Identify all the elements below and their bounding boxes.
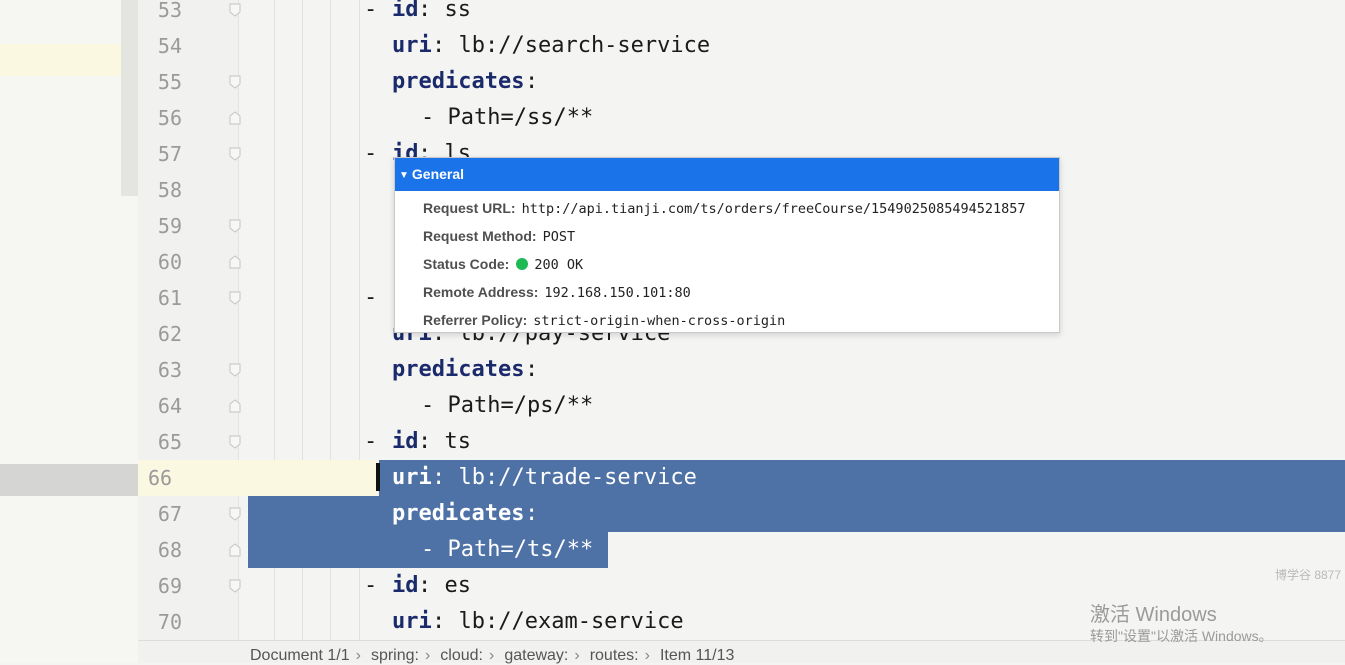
line-number: 60 (157, 250, 182, 274)
line-number: 63 (157, 358, 182, 382)
code-line[interactable]: - Path=/ss/** (238, 100, 1345, 136)
yaml-list-item: - Path=/ss/** (421, 105, 594, 130)
line-number: 64 (157, 394, 182, 418)
windows-activation-title: 激活 Windows (1090, 604, 1217, 626)
yaml-value: : es (418, 573, 471, 598)
text-cursor (376, 463, 380, 491)
request-method-row: Request Method: POST (423, 222, 575, 250)
line-number: 55 (157, 70, 182, 94)
line-number: 70 (157, 610, 182, 634)
line-number: 62 (157, 322, 182, 346)
list-dash: - (364, 573, 391, 598)
breadcrumb-item-gateway[interactable]: gateway: (504, 647, 568, 664)
status-ok-dot-icon (516, 258, 529, 270)
dock-scrollbar[interactable] (121, 0, 138, 196)
remote-address-value[interactable]: 192.168.150.101:80 (544, 285, 690, 301)
line-number: 56 (157, 106, 182, 130)
request-url-row: Request URL: http://api.tianji.com/ts/ord… (423, 194, 1025, 222)
chevron-right-icon: › (574, 647, 580, 664)
code-line[interactable]: - id : ss (238, 0, 1345, 28)
status-code-label: Status Code: (423, 256, 510, 272)
status-code-row: Status Code: 200 OK (423, 250, 583, 278)
yaml-key: predicates (392, 69, 525, 94)
yaml-colon: : (525, 69, 539, 94)
line-number: 67 (157, 502, 182, 526)
chevron-right-icon: › (489, 647, 495, 664)
breadcrumb-item-spring[interactable]: spring: (371, 647, 419, 664)
yaml-value: : ss (418, 0, 471, 22)
chevron-right-icon: › (644, 647, 650, 664)
general-section-title: General (411, 166, 465, 182)
code-line[interactable]: predicates : (238, 64, 1345, 100)
breadcrumb-item-current[interactable]: Item 11/13 (660, 647, 734, 664)
remote-address-label: Remote Address: (423, 284, 539, 300)
request-details-popup[interactable]: ▼ General Request URL: http://api.tianji.c… (394, 157, 1060, 333)
breadcrumb-item-document[interactable]: Document 1/1 (250, 647, 350, 664)
request-method-label: Request Method: (423, 228, 537, 244)
yaml-key: uri (392, 465, 432, 490)
yaml-key: id (392, 429, 419, 454)
list-dash: - (364, 0, 391, 22)
list-dash: - (364, 429, 391, 454)
status-code-value[interactable]: 200 OK (534, 257, 583, 273)
line-number: 65 (157, 430, 182, 454)
windows-activation-subtitle: 转到"设置"以激活 Windows。 (1090, 628, 1273, 644)
line-number: 61 (157, 286, 182, 310)
line-number: 53 (157, 0, 182, 22)
yaml-key: uri (392, 609, 432, 634)
list-dash: - (364, 141, 391, 166)
breadcrumb-item-routes[interactable]: routes: (590, 647, 639, 664)
referrer-policy-value[interactable]: strict-origin-when-cross-origin (533, 313, 785, 329)
yaml-value: : lb://exam-service (432, 609, 684, 634)
line-number: 68 (157, 538, 182, 562)
code-line[interactable]: - Path=/ps/** (238, 388, 1345, 424)
chevron-right-icon: › (355, 647, 361, 664)
referrer-policy-label: Referrer Policy: (423, 312, 528, 328)
dock-highlight (0, 44, 121, 76)
yaml-key: predicates (392, 501, 525, 526)
yaml-value: : lb://trade-service (432, 465, 697, 490)
yaml-list-item: - Path=/ts/** (421, 537, 594, 562)
line-number: 59 (157, 214, 182, 238)
left-dock (0, 0, 138, 662)
remote-address-row: Remote Address: 192.168.150.101:80 (423, 278, 691, 306)
dock-selected-row (0, 464, 138, 496)
request-url-label: Request URL: (423, 200, 516, 216)
yaml-value: : lb://search-service (432, 33, 711, 58)
code-line-selected[interactable]: - Path=/ts/** (238, 532, 1345, 568)
code-line-selected[interactable]: predicates : (248, 496, 1345, 532)
line-number-gutter: 53 54 55 56 57 58 59 60 61 62 63 64 65 6… (138, 0, 241, 640)
yaml-list-item: - Path=/ps/** (421, 393, 594, 418)
current-line-highlight (238, 460, 378, 496)
line-number: 57 (157, 142, 182, 166)
line-number: 69 (157, 574, 182, 598)
code-line-selected[interactable]: uri : lb://trade-service (238, 460, 1345, 496)
watermark-text: 博学谷 8877 (1275, 568, 1342, 582)
yaml-value: : ts (418, 429, 471, 454)
yaml-key: id (392, 573, 419, 598)
code-line[interactable]: - id : ts (238, 424, 1345, 460)
yaml-key: id (392, 0, 419, 22)
line-number: 54 (157, 34, 182, 58)
yaml-key: uri (392, 33, 432, 58)
yaml-colon: : (525, 501, 539, 526)
request-method-value[interactable]: POST (543, 229, 576, 245)
line-number: 58 (157, 178, 182, 202)
referrer-policy-row: Referrer Policy: strict-origin-when-cross… (423, 306, 785, 334)
yaml-colon: : (525, 357, 539, 382)
yaml-key: predicates (392, 357, 525, 382)
request-url-value[interactable]: http://api.tianji.com/ts/orders/freeCour… (522, 201, 1026, 217)
chevron-right-icon: › (424, 647, 431, 664)
list-dash: - (364, 285, 378, 310)
general-section-header[interactable]: ▼ General (395, 158, 1059, 191)
breadcrumb-item-cloud[interactable]: cloud: (440, 647, 483, 664)
code-line[interactable]: predicates : (238, 352, 1345, 388)
code-line[interactable]: uri : lb://search-service (238, 28, 1345, 64)
collapse-triangle-icon[interactable]: ▼ (399, 170, 409, 181)
line-number-current: 66 (138, 460, 238, 496)
